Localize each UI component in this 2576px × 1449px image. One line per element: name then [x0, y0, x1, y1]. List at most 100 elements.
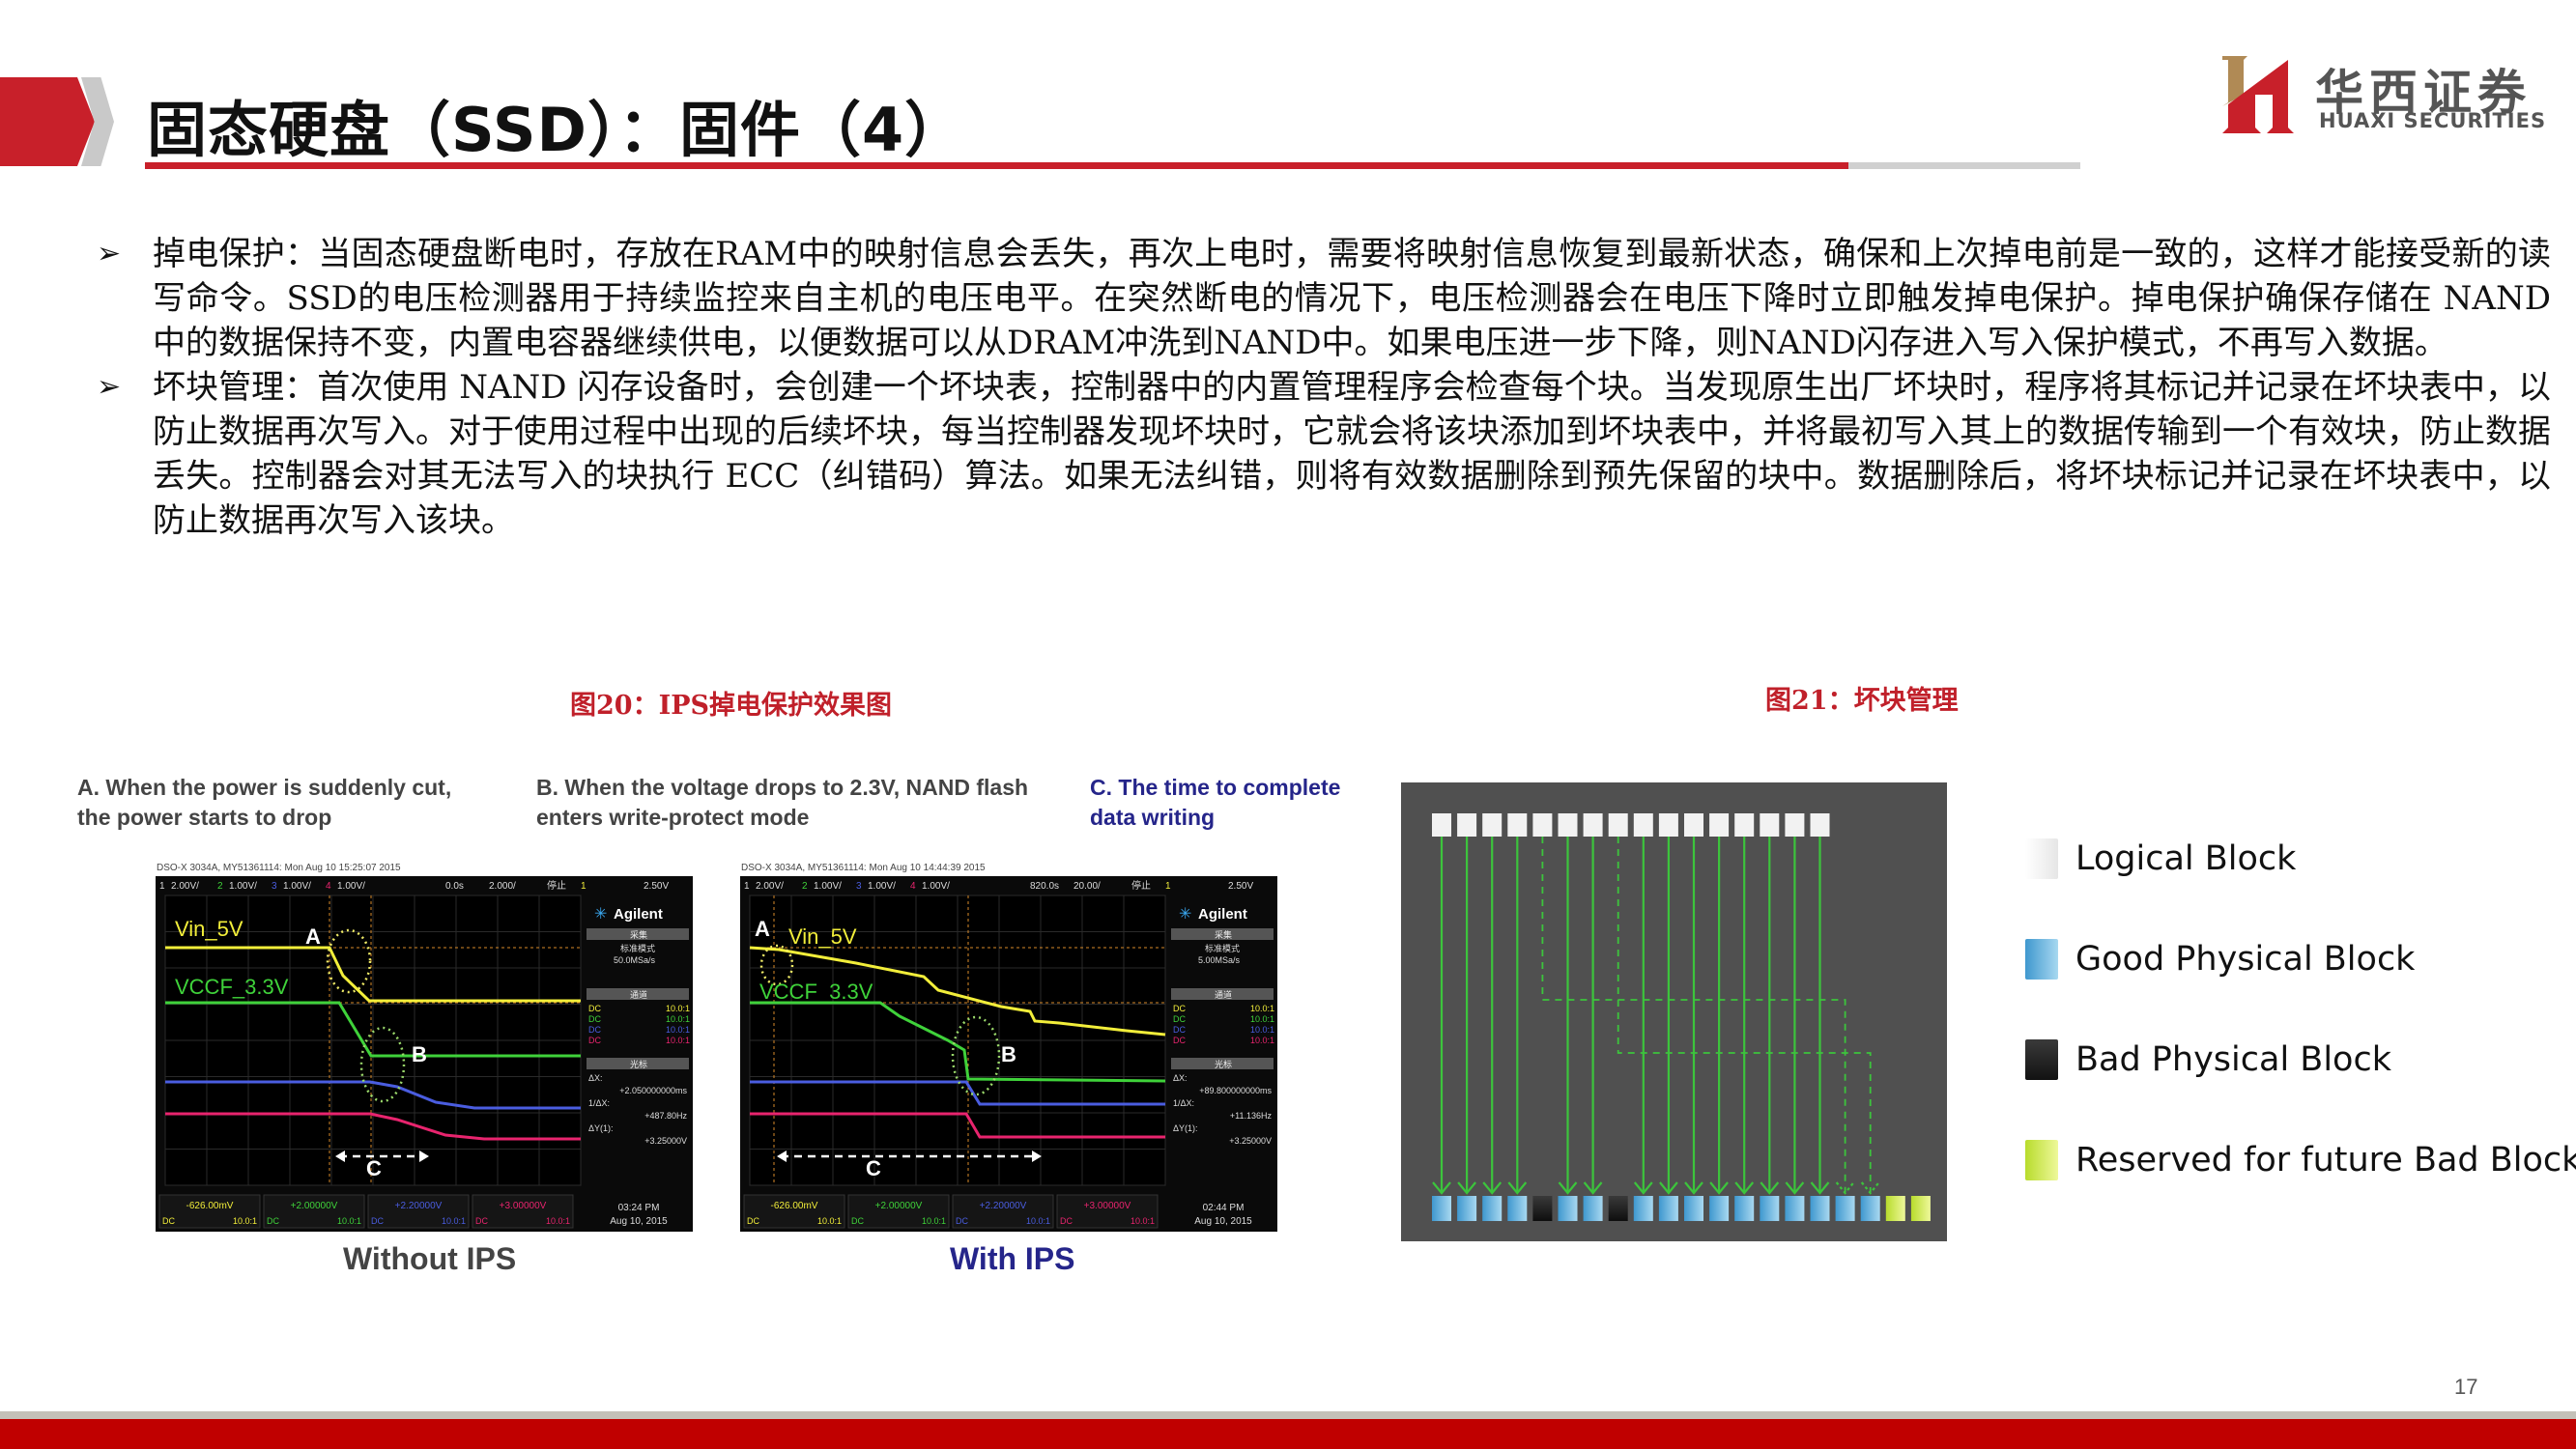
channel-probe-ratio: 10.0:1: [666, 1004, 690, 1013]
scope-top-bar-value: 1.00V/: [229, 881, 257, 892]
panel-section-label: 采集: [630, 929, 647, 940]
inv-delta-x-value: +487.80Hz: [644, 1111, 687, 1121]
logical-block: [1810, 813, 1830, 837]
point-a-label: A: [755, 917, 770, 941]
scope-top-bar-value: 2.50V: [1228, 881, 1253, 892]
good-block-swatch-icon: [2025, 939, 2058, 980]
scope-top-bar-value: 1: [1165, 881, 1171, 892]
bullet-list: ➢ 掉电保护：当固态硬盘断电时，存放在RAM中的映射信息会丢失，再次上电时，需要…: [97, 232, 2551, 543]
logical-block: [1785, 813, 1805, 837]
scope-top-bar-value: 1.00V/: [283, 881, 311, 892]
logical-block: [1760, 813, 1780, 837]
legend-label: Logical Block: [2075, 839, 2297, 878]
channel-offset-value: -626.00mV: [771, 1201, 818, 1211]
legend-item-logical: Logical Block: [2025, 838, 2576, 879]
reserved-physical-block: [1910, 1196, 1931, 1221]
scope2-header-line: DSO-X 3034A, MY51361114: Mon Aug 10 14:4…: [741, 863, 986, 873]
scope-top-bar-value: 2: [217, 881, 223, 892]
figure21-caption: 图21：坏块管理: [1765, 686, 1959, 716]
channel-probe-ratio: 10.0:1: [666, 1025, 690, 1035]
reserved-block-swatch-icon: [2025, 1140, 2058, 1180]
scope-top-bar-value: 4: [326, 881, 331, 892]
good-physical-block: [1835, 1196, 1855, 1221]
inv-delta-x-value: +11.136Hz: [1230, 1111, 1273, 1121]
delta-y-value: +3.25000V: [1229, 1136, 1272, 1146]
channel-coupling: DC: [956, 1216, 968, 1226]
title-underline-grey: [1848, 162, 2080, 169]
scope-top-bar-value: 2.50V: [644, 881, 669, 892]
channel-offset-value: +2.20000V: [395, 1201, 443, 1211]
acquire-mode: 标准模式: [620, 943, 655, 953]
logical-block: [1482, 813, 1503, 837]
scope-top-bar-value: 2.00V/: [171, 881, 199, 892]
channel-coupling: DC: [475, 1216, 488, 1226]
scope-top-bar-value: 3: [856, 881, 862, 892]
channel-offset-value: +2.00000V: [291, 1201, 338, 1211]
figure20-note-b: B. When the voltage drops to 2.3V, NAND …: [536, 775, 1029, 830]
good-physical-block: [1785, 1196, 1805, 1221]
title-underline: [145, 162, 1848, 169]
bad-physical-block: [1532, 1196, 1553, 1221]
good-physical-block: [1734, 1196, 1755, 1221]
logical-block: [1558, 813, 1578, 837]
scope-top-bar-value: 2.00V/: [756, 881, 784, 892]
delta-x-label: ΔX:: [588, 1073, 603, 1083]
channel-coupling: DC: [588, 1036, 601, 1045]
inv-delta-x-label: 1/ΔX:: [1173, 1098, 1194, 1108]
channel-probe-ratio: 10.0:1: [546, 1216, 570, 1226]
scope-top-bar-value: 0.0s: [445, 881, 464, 892]
logical-block: [1684, 813, 1703, 837]
legend-item-good: Good Physical Block: [2025, 939, 2576, 980]
channel-coupling: DC: [371, 1216, 384, 1226]
scope-top-bar-value: 1.00V/: [868, 881, 896, 892]
vccf-label: VCCF_3.3V: [175, 975, 289, 999]
channel-coupling: DC: [1173, 1036, 1186, 1045]
scope-top-bar-value: 20.00/: [1073, 881, 1101, 892]
good-physical-block: [1432, 1196, 1451, 1221]
page-number: 17: [2454, 1375, 2478, 1399]
channel-probe-ratio: 10.0:1: [1250, 1025, 1274, 1035]
panel-section-label: 光标: [630, 1059, 647, 1069]
bullet-text: 掉电保护：当固态硬盘断电时，存放在RAM中的映射信息会丢失，再次上电时，需要将映…: [153, 235, 2551, 362]
scope-top-bar-value: 820.0s: [1030, 881, 1059, 892]
channel-coupling: DC: [588, 1014, 601, 1024]
bad-block-diagram: [1401, 782, 1947, 1241]
sample-rate: 5.00MSa/s: [1198, 955, 1241, 965]
delta-x-value: +2.050000000ms: [619, 1086, 687, 1095]
channel-probe-ratio: 10.0:1: [922, 1216, 946, 1226]
channel-coupling: DC: [1173, 1004, 1186, 1013]
vin-label: Vin_5V: [788, 924, 857, 949]
sample-rate: 50.0MSa/s: [614, 955, 656, 965]
good-physical-block: [1558, 1196, 1578, 1221]
inv-delta-x-label: 1/ΔX:: [588, 1098, 610, 1108]
point-c-label: C: [866, 1156, 881, 1180]
legend-label: Good Physical Block: [2075, 940, 2416, 979]
channel-probe-ratio: 10.0:1: [817, 1216, 842, 1226]
huaxi-logo-icon: [2222, 56, 2294, 133]
logical-block: [1432, 813, 1451, 837]
delta-y-value: +3.25000V: [644, 1136, 687, 1146]
scope-top-bar-value: 1: [744, 881, 750, 892]
channel-probe-ratio: 10.0:1: [337, 1216, 361, 1226]
logical-block: [1633, 813, 1653, 837]
footer-red-band: [0, 1419, 2576, 1449]
delta-x-label: ΔX:: [1173, 1073, 1188, 1083]
bullet-item-power-loss: ➢ 掉电保护：当固态硬盘断电时，存放在RAM中的映射信息会丢失，再次上电时，需要…: [97, 232, 2551, 365]
logical-block: [1507, 813, 1528, 837]
diagram-background: [1401, 782, 1947, 1241]
logical-block-swatch-icon: [2025, 838, 2058, 879]
channel-offset-value: -626.00mV: [186, 1201, 234, 1211]
delta-x-value: +89.800000000ms: [1199, 1086, 1272, 1095]
channel-offset-value: +3.00000V: [1084, 1201, 1131, 1211]
point-b-label: B: [412, 1042, 427, 1066]
good-physical-block: [1457, 1196, 1477, 1221]
bullet-item-bad-block: ➢ 坏块管理：首次使用 NAND 闪存设备时，会创建一个坏块表，控制器中的内置管…: [97, 365, 2551, 543]
page-title: 固态硬盘（SSD）：固件（4）: [147, 95, 966, 165]
point-c-label: C: [366, 1156, 382, 1180]
scope1-oscilloscope: 1 2.00V/2 1.00V/3 1.00V/4 1.00V/0.0s 2.000/停止…: [156, 876, 693, 1232]
scope-time: 03:24 PM: [618, 1203, 660, 1213]
agilent-brand: Agilent: [1198, 906, 1247, 923]
scope-date: Aug 10, 2015: [1194, 1216, 1252, 1227]
channel-probe-ratio: 10.0:1: [233, 1216, 257, 1226]
channel-coupling: DC: [1060, 1216, 1073, 1226]
